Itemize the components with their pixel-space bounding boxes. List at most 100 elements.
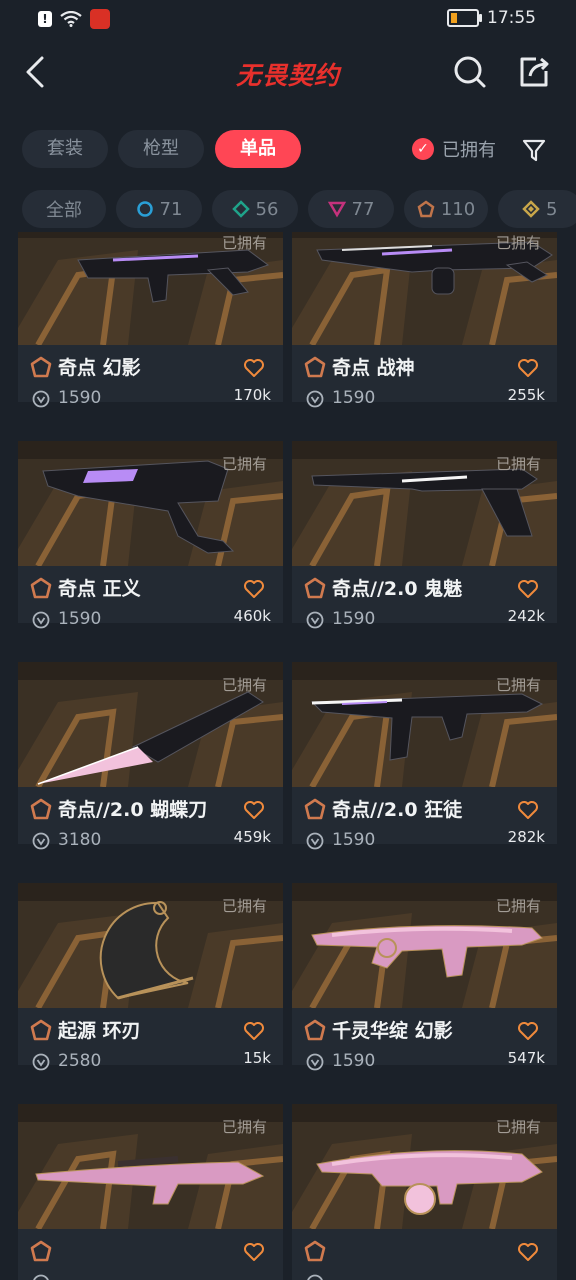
vp-currency-icon	[32, 611, 50, 629]
likes-count: 15k	[243, 1049, 271, 1067]
skin-name: 奇点//2.0 蝴蝶刀	[58, 799, 208, 821]
chip-exclusive-tier[interactable]: 110	[404, 190, 488, 228]
price: 1590	[332, 830, 376, 850]
heart-icon[interactable]	[517, 800, 539, 820]
owned-label: 已拥有	[221, 455, 267, 473]
checkmark-icon: ✓	[412, 138, 434, 160]
skin-name: 奇点//2.0 狂徒	[332, 799, 463, 821]
chip-label: 71	[159, 198, 183, 220]
skin-image: 已拥有	[292, 441, 557, 566]
share-icon[interactable]	[516, 54, 552, 90]
owned-filter-label: 已拥有	[442, 140, 496, 161]
skin-image: 已拥有	[18, 232, 283, 345]
skin-card[interactable]: 已拥有 奇点//2.0 鬼魅 1590 242k	[292, 441, 557, 629]
skin-image: 已拥有	[292, 1104, 557, 1229]
price: 3180	[58, 830, 102, 850]
skin-image: 已拥有	[292, 232, 557, 345]
skin-name: 起源 环刃	[58, 1020, 141, 1042]
wifi-icon	[60, 11, 82, 27]
skin-name: 奇点 战神	[332, 357, 415, 379]
heart-icon[interactable]	[243, 1242, 265, 1262]
vp-currency-icon	[32, 1053, 50, 1071]
chip-label: 56	[255, 198, 279, 220]
tab-bundles[interactable]: 套装	[22, 130, 108, 168]
chip-deluxe-tier[interactable]: 56	[212, 190, 298, 228]
tab-weapon-types[interactable]: 枪型	[118, 130, 204, 168]
skin-name: 奇点 正义	[58, 578, 141, 600]
skin-image: 已拥有	[18, 883, 283, 1008]
likes-count: 282k	[507, 828, 545, 846]
price: 1590	[58, 388, 102, 408]
exclusive-tier-icon	[304, 577, 326, 599]
vp-currency-icon	[306, 611, 324, 629]
skin-card[interactable]: 已拥有 奇点 战神 1590 255k	[292, 232, 557, 408]
price: 2580	[58, 1051, 102, 1071]
heart-icon[interactable]	[517, 1021, 539, 1041]
exclusive-tier-icon	[304, 798, 326, 820]
heart-icon[interactable]	[517, 579, 539, 599]
battery-icon	[447, 9, 482, 27]
chip-all[interactable]: 全部	[22, 190, 106, 228]
vp-currency-icon	[307, 1274, 323, 1280]
skin-card[interactable]: 已拥有 奇点 正义 1590 460k	[18, 441, 283, 629]
skin-card[interactable]: 已拥有 奇点//2.0 蝴蝶刀 3180 459k	[18, 662, 283, 850]
skin-card[interactable]: 已拥有 奇点//2.0 狂徒 1590 282k	[292, 662, 557, 850]
skin-card[interactable]: 已拥有 奇点 幻影 1590 170k	[18, 232, 283, 408]
chip-label: 5	[546, 198, 558, 220]
filter-icon[interactable]	[520, 136, 548, 164]
owned-label: 已拥有	[221, 676, 267, 694]
heart-icon[interactable]	[243, 358, 265, 378]
tab-single-items[interactable]: 单品	[215, 130, 301, 168]
skin-image: 已拥有	[18, 1104, 283, 1229]
skin-card[interactable]: 已拥有 起源 环刃 2580 15k	[18, 883, 283, 1071]
exclusive-tier-icon	[30, 1019, 52, 1041]
price: 1590	[58, 609, 102, 629]
owned-label: 已拥有	[495, 897, 541, 915]
heart-icon[interactable]	[243, 800, 265, 820]
exclusive-tier-icon	[304, 1240, 326, 1262]
heart-icon[interactable]	[243, 579, 265, 599]
skin-card[interactable]: 已拥有 千灵华绽 幻影 1590 547k	[292, 883, 557, 1071]
skin-image: 已拥有	[18, 662, 283, 787]
exclusive-tier-icon	[30, 798, 52, 820]
vp-currency-icon	[306, 832, 324, 850]
search-icon[interactable]	[452, 54, 488, 90]
skin-name: 奇点 幻影	[58, 357, 141, 379]
chip-premium-tier[interactable]: 77	[308, 190, 394, 228]
chip-label: 全部	[46, 200, 82, 221]
likes-count: 170k	[233, 386, 271, 404]
vp-currency-icon	[32, 390, 50, 408]
exclusive-tier-icon	[30, 577, 52, 599]
vp-currency-icon	[33, 1274, 49, 1280]
vp-currency-icon	[306, 1053, 324, 1071]
select-tier-icon	[136, 201, 153, 217]
heart-icon[interactable]	[517, 358, 539, 378]
chip-select-tier[interactable]: 71	[116, 190, 202, 228]
likes-count: 460k	[233, 607, 271, 625]
status-bar: ! 17:55	[0, 0, 576, 40]
skin-name: 千灵华绽 幻影	[332, 1020, 453, 1042]
tier-filter-chips: 全部 71 56 77 110 5	[0, 190, 576, 230]
exclusive-tier-icon	[30, 356, 52, 378]
owned-label: 已拥有	[221, 234, 267, 252]
skin-image: 已拥有	[292, 883, 557, 1008]
skin-grid: 已拥有 奇点 幻影 1590 170k 已拥有 奇点 战神 1590 255k …	[18, 232, 558, 1280]
owned-label: 已拥有	[221, 897, 267, 915]
heart-icon[interactable]	[243, 1021, 265, 1041]
alert-icon: !	[38, 11, 52, 27]
heart-icon[interactable]	[517, 1242, 539, 1262]
likes-count: 459k	[233, 828, 271, 846]
category-tabs: 套装 枪型 单品 ✓ 已拥有	[0, 130, 576, 170]
page-title: 无畏契约	[235, 61, 340, 90]
owned-filter-toggle[interactable]: ✓ 已拥有	[412, 136, 496, 162]
skin-image: 已拥有	[18, 441, 283, 566]
skin-name: 奇点//2.0 鬼魅	[332, 578, 463, 600]
price: 1590	[332, 388, 376, 408]
chip-ultra-tier[interactable]: 5	[498, 190, 576, 228]
skin-image: 已拥有	[292, 662, 557, 787]
skin-card[interactable]: 已拥有	[18, 1104, 283, 1280]
chip-label: 110	[440, 198, 476, 220]
likes-count: 242k	[507, 607, 545, 625]
skin-card[interactable]: 已拥有	[292, 1104, 557, 1280]
exclusive-tier-icon	[304, 1019, 326, 1041]
